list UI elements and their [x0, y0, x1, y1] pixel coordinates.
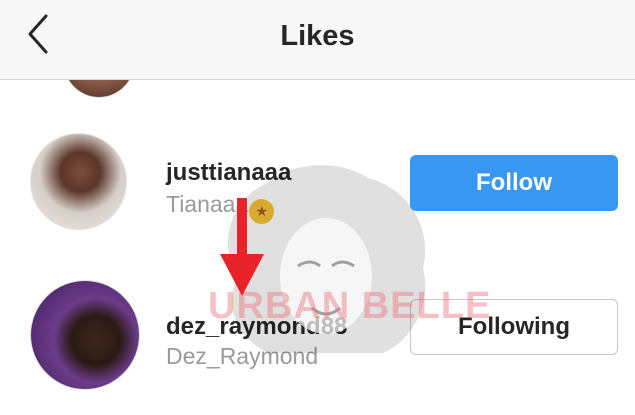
list-item[interactable]: dez_raymond88 Dez_Raymond Following	[0, 275, 635, 415]
page-title: Likes	[280, 20, 355, 52]
full-name: Tianaaa ★	[166, 191, 275, 224]
username[interactable]: justtianaaa	[166, 159, 291, 187]
follow-button[interactable]: Follow	[410, 155, 618, 211]
avatar[interactable]	[30, 133, 127, 230]
nav-header: Likes	[0, 0, 635, 80]
username[interactable]: dez_raymond88	[166, 313, 347, 341]
full-name: Dez_Raymond	[166, 343, 319, 369]
list-item[interactable]: justtianaaa Tianaaa ★ Follow	[0, 123, 635, 263]
star-struck-emoji-icon: ★	[249, 199, 275, 224]
following-button[interactable]: Following	[410, 299, 618, 355]
full-name-text: Tianaaa	[166, 191, 249, 217]
avatar[interactable]	[30, 280, 140, 390]
